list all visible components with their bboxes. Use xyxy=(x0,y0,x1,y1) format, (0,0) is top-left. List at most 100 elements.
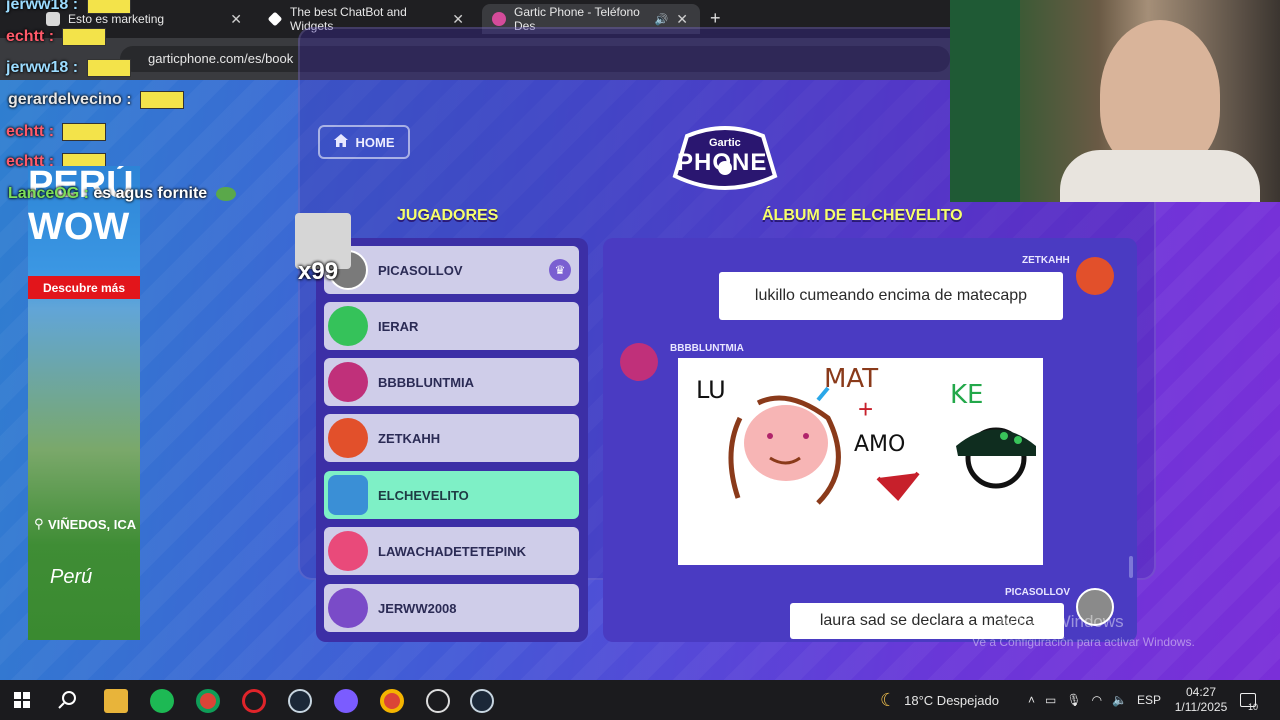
player-avatar xyxy=(328,362,368,402)
player-name: BBBBLUNTMIA xyxy=(378,374,475,390)
message-author: ZETKAHH xyxy=(1022,255,1070,266)
chat-username: echtt xyxy=(6,28,45,46)
logo-top-text: Gartic xyxy=(709,137,741,149)
search-icon[interactable] xyxy=(58,690,78,715)
close-tab-icon[interactable]: ✕ xyxy=(230,11,242,28)
close-tab-icon[interactable]: ✕ xyxy=(676,11,688,28)
file-explorer-icon[interactable] xyxy=(104,689,128,713)
new-tab-button[interactable]: + xyxy=(710,8,721,29)
flag-banner xyxy=(950,0,1020,202)
emote-icon xyxy=(62,28,107,46)
player-row[interactable]: IERAR xyxy=(324,302,579,350)
home-icon xyxy=(333,134,348,150)
steam-icon[interactable] xyxy=(470,689,494,713)
location-pin-icon: ⚲ xyxy=(34,516,44,531)
ad-location: VIÑEDOS, ICA xyxy=(48,517,137,532)
gartic-phone-logo: Gartic PHONE xyxy=(667,122,783,194)
chat-separator: : xyxy=(83,185,89,202)
chat-separator: : xyxy=(72,0,79,14)
player-row[interactable]: JERWW2008 xyxy=(324,584,579,632)
drawing-text-plus: + xyxy=(858,394,874,424)
home-label: HOME xyxy=(355,134,395,150)
weather-widget[interactable]: ☾ 18°C Despejado xyxy=(880,680,999,720)
ad-banner[interactable]: PERÚ WOW ⚲ VIÑEDOS, ICA Perú xyxy=(28,166,140,640)
player-row[interactable]: ZETKAHH xyxy=(324,414,579,462)
album-scrollbar[interactable] xyxy=(1129,556,1133,578)
streamer-shirt xyxy=(1060,150,1260,202)
player-avatar xyxy=(328,531,368,571)
emote-icon xyxy=(86,0,131,14)
home-button[interactable]: HOME xyxy=(318,125,410,159)
streamer-face xyxy=(1100,20,1220,170)
player-avatar xyxy=(328,588,368,628)
diamond-favicon-icon xyxy=(267,11,283,27)
chat-message: jerww18 : xyxy=(6,0,131,14)
chat-text: es agus fornite xyxy=(93,185,208,202)
player-name: JERWW2008 xyxy=(378,600,457,616)
wifi-icon[interactable]: ◠ xyxy=(1092,693,1102,707)
album-title: ÁLBUM DE ELCHEVELITO xyxy=(762,207,963,224)
chat-username: gerardelvecino xyxy=(8,91,122,109)
audio-playing-icon[interactable]: 🔊 xyxy=(655,13,669,26)
windows-taskbar: ☾ 18°C Despejado ˄ ▭ 🎙 ◠ 🔈 ESP 04:27 1/1… xyxy=(0,680,1280,720)
steam-icon[interactable] xyxy=(288,689,312,713)
chrome-active-icon[interactable] xyxy=(380,689,404,713)
player-row[interactable]: LAWACHADETETEPINK xyxy=(324,527,579,575)
emote-icon xyxy=(140,91,185,109)
player-name: ELCHEVELITO xyxy=(378,487,469,503)
drawing-text-mat: MAT xyxy=(824,364,879,394)
chat-username: jerww18 xyxy=(6,0,69,14)
volume-icon[interactable]: 🔈 xyxy=(1112,693,1127,707)
windows-start-icon[interactable] xyxy=(14,692,30,713)
clock[interactable]: 04:27 1/11/2025 xyxy=(1174,680,1228,720)
player-avatar xyxy=(328,475,368,515)
chat-message: gerardelvecino : xyxy=(8,91,185,109)
chrome-icon[interactable] xyxy=(196,689,220,713)
chat-message: echtt : xyxy=(6,28,107,46)
notification-count: 10 xyxy=(1248,702,1259,712)
discover-more-button[interactable]: Descubre más xyxy=(28,276,140,299)
clock-date: 1/11/2025 xyxy=(1174,700,1228,714)
player-name: ZETKAHH xyxy=(378,430,441,446)
message-bubble: lukillo cumeando encima de matecapp xyxy=(719,272,1063,320)
obs-icon[interactable] xyxy=(426,689,450,713)
language-indicator[interactable]: ESP xyxy=(1137,693,1161,707)
chat-message: jerww18 : xyxy=(6,59,131,77)
player-avatar xyxy=(328,418,368,458)
clock-time: 04:27 xyxy=(1185,685,1217,699)
ad-headline: WOW xyxy=(28,206,130,248)
player-row-selected[interactable]: ELCHEVELITO xyxy=(324,471,579,519)
drawing-text-amo: AMO xyxy=(854,432,906,457)
emote-icon xyxy=(62,123,107,141)
chat-separator: : xyxy=(48,123,55,141)
meet-now-icon[interactable]: ▭ xyxy=(1045,693,1056,707)
microphone-icon[interactable]: 🎙 xyxy=(1066,693,1081,707)
message-author: BBBBLUNTMIA xyxy=(670,343,744,354)
spotify-icon[interactable] xyxy=(150,689,174,713)
player-row[interactable]: PICASOLLOV ♛ xyxy=(324,246,579,294)
player-row[interactable]: BBBBLUNTMIA xyxy=(324,358,579,406)
emote-count: x99 xyxy=(298,258,339,285)
discord-icon[interactable] xyxy=(334,689,358,713)
moon-icon: ☾ xyxy=(880,689,897,710)
player-name: PICASOLLOV xyxy=(378,262,463,278)
drawing-canvas: LU MAT + AMO KE xyxy=(678,358,1043,565)
activation-watermark-sub: Ve a Configuración para activar Windows. xyxy=(972,635,1195,649)
peru-logo-text: Perú xyxy=(50,566,93,588)
chat-username: echtt xyxy=(6,123,45,141)
close-tab-icon[interactable]: ✕ xyxy=(452,11,464,28)
frog-emote-icon xyxy=(215,186,236,201)
author-avatar xyxy=(620,343,658,381)
drawing-text-ke: KE xyxy=(950,380,984,410)
chevron-up-icon[interactable]: ˄ xyxy=(1028,693,1035,707)
weather-text: 18°C Despejado xyxy=(904,692,999,708)
webcam-feed xyxy=(950,0,1280,202)
opera-icon[interactable] xyxy=(242,689,266,713)
notifications-button[interactable]: 10 xyxy=(1240,680,1258,720)
chat-separator: : xyxy=(126,91,132,109)
author-avatar xyxy=(1076,257,1114,295)
players-title: JUGADORES xyxy=(397,207,499,224)
system-tray[interactable]: ˄ ▭ 🎙 ◠ 🔈 ESP xyxy=(1028,680,1161,720)
gartic-favicon-icon xyxy=(492,12,506,26)
player-avatar xyxy=(328,306,368,346)
